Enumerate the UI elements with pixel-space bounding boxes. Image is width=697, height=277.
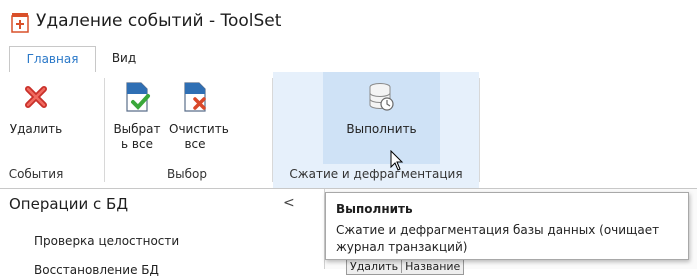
delete-x-icon [25, 86, 47, 108]
tooltip-title: Выполнить [336, 202, 413, 216]
clear-all-icon [184, 82, 206, 112]
run-button[interactable]: Выполнить [323, 72, 440, 164]
clear-all-button[interactable]: Очистить все [163, 72, 229, 164]
select-all-icon [126, 82, 150, 112]
panel-item-db-restore[interactable]: Восстановление БД [34, 263, 159, 277]
delete-button-label: Удалить [9, 122, 63, 136]
ribbon-tabs: Главная Вид [0, 46, 697, 73]
grid-header-delete[interactable]: Удалить [347, 260, 401, 273]
group-label-events: События [8, 167, 64, 181]
run-button-label: Выполнить [346, 122, 417, 136]
ribbon: Удалить События Выбрать все Очистить все… [0, 72, 697, 189]
clear-all-label: Очистить все [169, 122, 229, 151]
app-window: Удаление событий - ToolSet Главная Вид У… [0, 0, 697, 277]
group-label-selection: Выбор [166, 167, 208, 181]
select-all-button[interactable]: Выбрать все [112, 72, 162, 164]
panel-item-integrity-check[interactable]: Проверка целостности [34, 234, 179, 248]
delete-button[interactable]: Удалить [6, 72, 66, 164]
group-separator [104, 78, 105, 182]
tooltip: Выполнить Сжатие и дефрагментация базы д… [325, 192, 689, 260]
tab-home[interactable]: Главная [9, 46, 96, 73]
grid-header: Удалить Название [346, 259, 465, 275]
database-run-icon [369, 83, 394, 111]
collapse-panel-button[interactable]: < [283, 195, 295, 211]
group-separator [479, 78, 480, 182]
select-all-label: Выбрать все [113, 122, 161, 151]
title-bar: Удаление событий - ToolSet [0, 0, 697, 46]
panel-title: Операции с БД [9, 195, 129, 213]
app-icon [11, 13, 29, 33]
mouse-cursor-icon [390, 150, 404, 171]
tooltip-text: Сжатие и дефрагментация базы данных (очи… [336, 223, 660, 254]
window-title: Удаление событий - ToolSet [36, 11, 282, 31]
grid-header-name[interactable]: Название [401, 260, 464, 273]
group-label-compress: Сжатие и дефрагментация [289, 167, 463, 181]
tab-view[interactable]: Вид [104, 46, 144, 72]
